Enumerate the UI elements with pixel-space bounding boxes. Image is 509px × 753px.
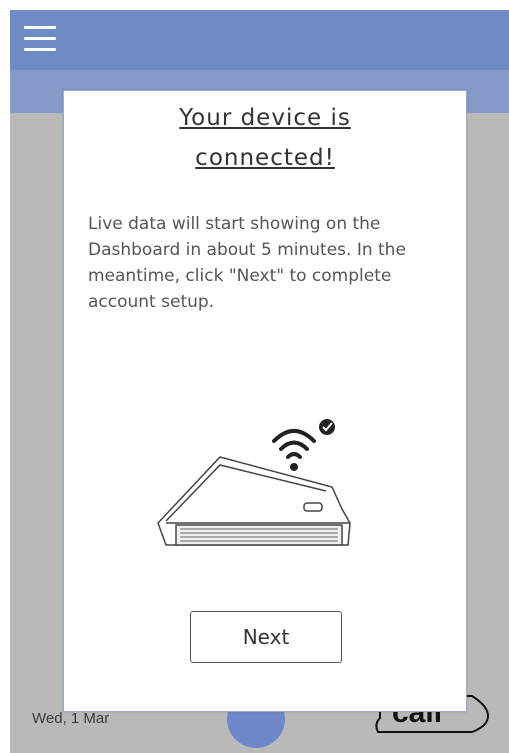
hamburger-menu-icon[interactable] [24,26,56,52]
hub-device-icon [157,456,351,546]
background-date: Wed, 1 Mar [32,710,110,727]
next-button[interactable]: Next [190,611,342,663]
wifi-icon [272,429,316,459]
check-badge-icon [319,419,335,435]
wifi-dot-icon [290,463,298,471]
device-connected-illustration [157,419,351,546]
top-bar [10,10,509,70]
dialog-title-line-1: Your device is [179,105,351,131]
dialog-title-line-2: connected! [195,145,335,171]
device-connected-dialog: Your device is connected! Live data will… [63,90,467,712]
app-screen: Wed, 1 Mar call Your device is connected… [10,10,509,753]
dialog-message: Live data will start showing on the Dash… [88,214,406,312]
